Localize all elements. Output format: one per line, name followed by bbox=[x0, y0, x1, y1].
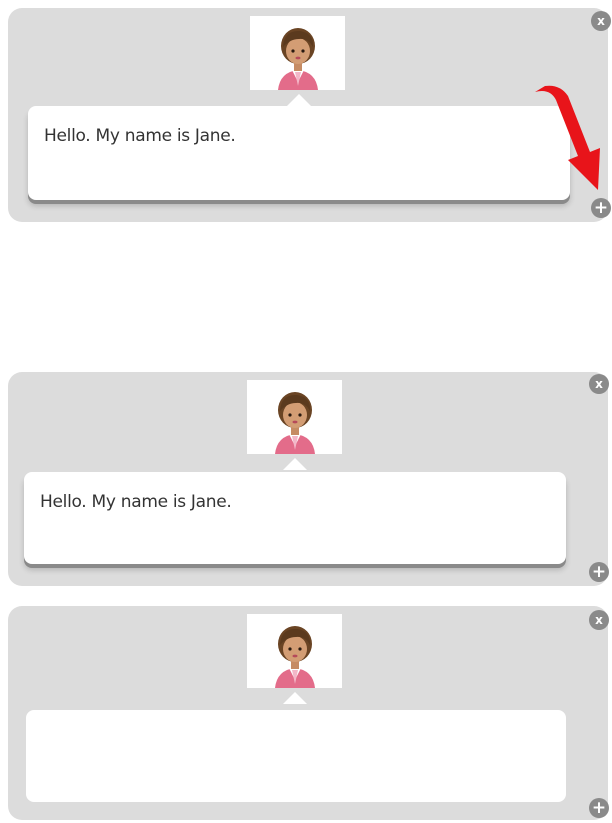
speech-bubble[interactable] bbox=[26, 710, 566, 802]
add-button[interactable]: + bbox=[589, 562, 609, 582]
close-button[interactable]: x bbox=[591, 11, 611, 31]
speech-bubble[interactable]: Hello. My name is Jane. bbox=[24, 472, 566, 564]
bubble-text: Hello. My name is Jane. bbox=[40, 492, 232, 512]
person-avatar-icon[interactable] bbox=[247, 614, 342, 688]
speech-bubble[interactable]: Hello. My name is Jane. bbox=[28, 106, 570, 200]
dialogue-panel bbox=[8, 606, 608, 820]
person-avatar-icon[interactable] bbox=[247, 380, 342, 454]
add-button[interactable]: + bbox=[591, 198, 611, 218]
speech-pointer bbox=[283, 458, 307, 470]
person-avatar-icon[interactable] bbox=[250, 16, 345, 90]
dialogue-panel: Hello. My name is Jane. bbox=[8, 372, 608, 586]
speech-pointer bbox=[287, 94, 311, 106]
close-button[interactable]: x bbox=[589, 374, 609, 394]
bubble-text: Hello. My name is Jane. bbox=[44, 126, 236, 146]
dialogue-panel: Hello. My name is Jane. bbox=[8, 8, 608, 222]
close-button[interactable]: x bbox=[589, 610, 609, 630]
speech-pointer bbox=[283, 692, 307, 704]
add-button[interactable]: + bbox=[589, 798, 609, 818]
